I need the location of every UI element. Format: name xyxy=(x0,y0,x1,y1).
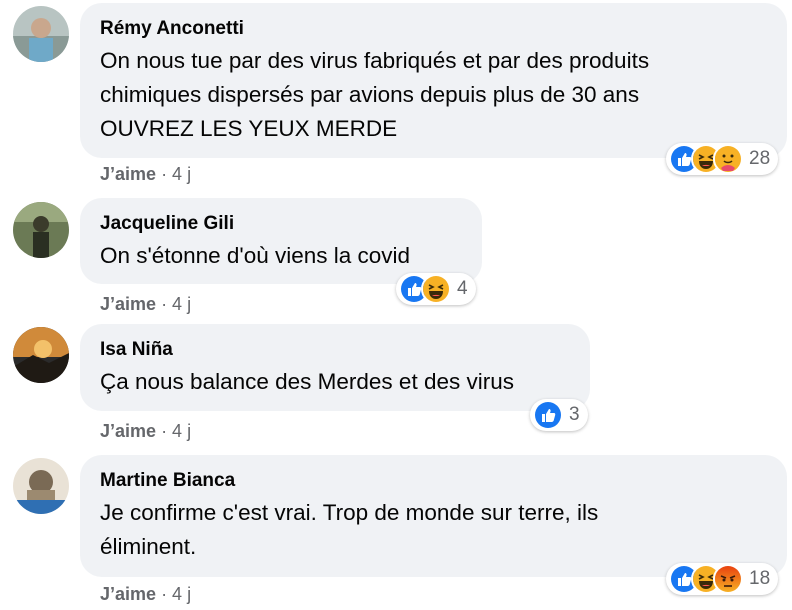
reaction-summary[interactable]: 18 xyxy=(666,563,779,595)
like-link[interactable]: J’aime xyxy=(100,294,156,314)
comment-meta: J’aime · 4 j xyxy=(100,584,191,605)
comment-time[interactable]: · 4 j xyxy=(161,164,191,184)
comment-meta: J’aime · 4 j xyxy=(100,164,191,185)
reaction-count: 3 xyxy=(569,404,580,425)
angry-icon xyxy=(713,564,743,594)
comment-meta: J’aime · 4 j xyxy=(100,294,191,315)
comment-text: On nous tue par des virus fabriqués et p… xyxy=(100,48,650,141)
comment-time[interactable]: · 4 j xyxy=(161,584,191,604)
reaction-summary[interactable]: 28 xyxy=(666,143,779,175)
avatar[interactable] xyxy=(13,327,69,383)
avatar[interactable] xyxy=(13,6,69,62)
reaction-count: 28 xyxy=(749,148,771,169)
reaction-count: 18 xyxy=(749,568,771,589)
comment-bubble: Isa Niña Ça nous balance des Merdes et d… xyxy=(80,324,590,411)
like-icon xyxy=(533,400,563,430)
comment-meta: J’aime · 4 j xyxy=(100,421,191,442)
comment-author[interactable]: Jacqueline Gili xyxy=(100,212,462,236)
comment-text: Ça nous balance des Merdes et des virus xyxy=(100,369,514,394)
comment-author[interactable]: Isa Niña xyxy=(100,338,570,362)
comment-text: On s'étonne d'où viens la covid xyxy=(100,243,411,268)
like-link[interactable]: J’aime xyxy=(100,164,156,184)
comment-bubble: Jacqueline Gili On s'étonne d'où viens l… xyxy=(80,198,482,284)
avatar[interactable] xyxy=(13,458,69,514)
comment-author[interactable]: Rémy Anconetti xyxy=(100,17,767,41)
care-icon xyxy=(713,144,743,174)
like-link[interactable]: J’aime xyxy=(100,584,156,604)
haha-icon xyxy=(421,274,451,304)
reaction-count: 4 xyxy=(457,278,468,299)
comment-author[interactable]: Martine Bianca xyxy=(100,469,767,493)
comment-time[interactable]: · 4 j xyxy=(161,294,191,314)
like-link[interactable]: J’aime xyxy=(100,421,156,441)
comment-time[interactable]: · 4 j xyxy=(161,421,191,441)
comment-bubble: Rémy Anconetti On nous tue par des virus… xyxy=(80,3,787,158)
reaction-summary[interactable]: 4 xyxy=(396,273,476,305)
comment-bubble: Martine Bianca Je confirme c'est vrai. T… xyxy=(80,455,787,577)
reaction-summary[interactable]: 3 xyxy=(530,399,588,431)
comment-text: Je confirme c'est vrai. Trop de monde su… xyxy=(100,500,599,559)
avatar[interactable] xyxy=(13,202,69,258)
